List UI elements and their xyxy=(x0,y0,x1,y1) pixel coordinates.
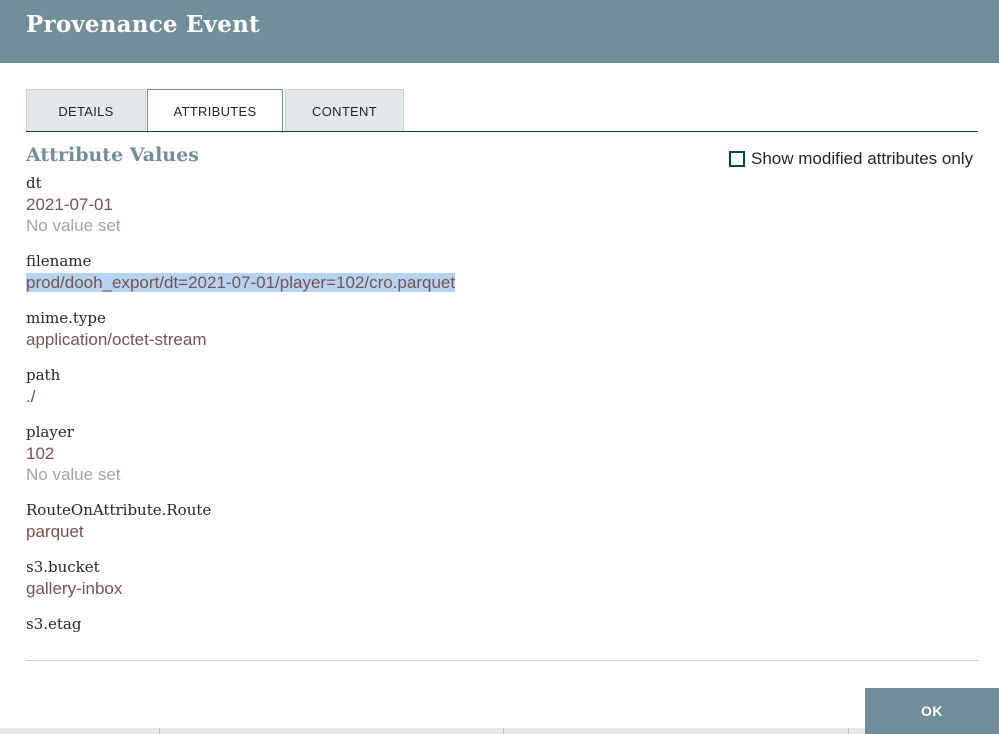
attribute-s3-etag: s3.etag xyxy=(26,613,978,635)
attribute-dt: dt 2021-07-01 No value set xyxy=(26,172,978,236)
attribute-previous-value: No value set xyxy=(26,216,121,235)
tab-content[interactable]: CONTENT xyxy=(285,89,404,132)
selected-text: prod/dooh_export/dt=2021-07-01/player=10… xyxy=(26,273,456,292)
show-modified-only-toggle[interactable]: Show modified attributes only xyxy=(729,148,973,170)
dialog-title: Provenance Event xyxy=(26,11,260,38)
attribute-name: dt xyxy=(26,174,42,192)
ok-button[interactable]: OK xyxy=(865,688,999,734)
attribute-value: parquet xyxy=(26,522,84,541)
attribute-list[interactable]: dt 2021-07-01 No value set filename prod… xyxy=(26,172,978,660)
attribute-name: s3.etag xyxy=(26,615,82,633)
attribute-value: application/octet-stream xyxy=(26,330,207,349)
background-table-strip xyxy=(0,728,865,734)
attribute-value-selected: prod/dooh_export/dt=2021-07-01/player=10… xyxy=(26,272,978,293)
attribute-s3-bucket: s3.bucket gallery-inbox xyxy=(26,556,978,599)
attribute-previous-value: No value set xyxy=(26,465,121,484)
attribute-path: path ./ xyxy=(26,364,978,407)
background-column-divider xyxy=(848,728,849,734)
attribute-name: player xyxy=(26,423,74,441)
attribute-name: s3.bucket xyxy=(26,558,100,576)
attribute-value: 2021-07-01 xyxy=(26,195,113,214)
attribute-mime-type: mime.type application/octet-stream xyxy=(26,307,978,350)
attribute-name: path xyxy=(26,366,61,384)
attribute-name: RouteOnAttribute.Route xyxy=(26,501,212,519)
background-column-divider xyxy=(159,728,160,734)
background-column-divider xyxy=(503,728,504,734)
tab-bar-divider xyxy=(26,131,978,132)
attribute-route: RouteOnAttribute.Route parquet xyxy=(26,499,978,542)
show-modified-only-checkbox[interactable] xyxy=(729,151,745,167)
tab-details[interactable]: DETAILS xyxy=(26,89,146,132)
tab-attributes[interactable]: ATTRIBUTES xyxy=(147,89,283,133)
attribute-filename: filename prod/dooh_export/dt=2021-07-01/… xyxy=(26,250,978,293)
list-bottom-divider xyxy=(26,660,978,661)
attribute-value: gallery-inbox xyxy=(26,579,123,598)
dialog-header: Provenance Event xyxy=(0,0,999,63)
show-modified-only-label: Show modified attributes only xyxy=(751,149,974,168)
attribute-player: player 102 No value set xyxy=(26,421,978,485)
attribute-name: mime.type xyxy=(26,309,106,327)
attribute-values-heading: Attribute Values xyxy=(26,144,199,166)
attribute-name: filename xyxy=(26,252,92,270)
attribute-value: ./ xyxy=(26,387,36,406)
attribute-value: 102 xyxy=(26,444,55,463)
